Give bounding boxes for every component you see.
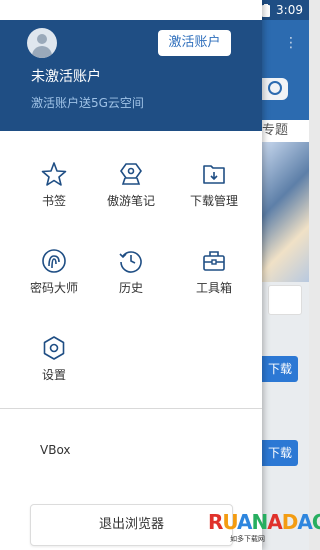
menu-item-settings[interactable]: 设置 [10,329,98,389]
menu-item-notes[interactable]: 傲游笔记 [87,155,175,215]
star-icon [41,162,67,186]
menu-item-history[interactable]: 历史 [87,242,175,302]
background-toolbar: ⋮ [262,20,309,120]
divider [0,408,262,409]
watermark-logo: RUANADAO 如多下载网 [208,510,320,550]
menu-item-label: 密码大师 [29,281,78,295]
download-button[interactable]: 下载 [262,440,298,466]
avatar-body-shape [32,46,52,58]
activate-account-button[interactable]: 激活账户 [158,30,231,56]
watermark-sub: 如多下载网 [230,535,265,543]
avatar[interactable] [27,28,57,58]
more-options-icon[interactable]: ⋮ [284,35,298,51]
note-icon [120,163,142,185]
menu-item-label: 工具箱 [195,281,232,295]
watermark-letters: RUANADAO [208,510,320,534]
battery-icon [262,3,271,17]
navigation-drawer: 激活账户 未激活账户 激活账户送5G云空间 书签 傲游笔记 下载管理 密码大师 … [0,0,262,550]
banner-image[interactable] [262,142,309,282]
menu-item-label: 历史 [118,281,143,295]
menu-item-label: 傲游笔记 [106,194,155,208]
user-name[interactable]: 未激活账户 [31,66,101,86]
exit-browser-button[interactable]: 退出浏览器 [30,504,233,546]
menu-item-download-manager[interactable]: 下载管理 [170,155,258,215]
menu-item-toolbox[interactable]: 工具箱 [170,242,258,302]
download-folder-icon [203,165,225,184]
search-icon [268,81,282,95]
settings-icon [43,336,65,360]
background-search-box[interactable] [262,78,288,100]
drawer-header: 激活账户 未激活账户 激活账户送5G云空间 [0,20,262,131]
menu-item-label: 书签 [41,194,66,208]
background-field[interactable] [268,285,302,315]
toolbox-icon [203,251,225,271]
fingerprint-icon [42,249,66,273]
status-time: 3:09 [276,3,303,17]
history-icon [119,251,142,273]
menu-item-password-master[interactable]: 密码大师 [10,242,98,302]
promo-text[interactable]: 激活账户送5G云空间 [31,94,144,111]
tab-special[interactable]: 专题 [262,120,309,142]
avatar-head-shape [37,34,47,44]
background-app: ⋮ 专题 下载 下载 [262,20,309,550]
menu-item-bookmarks[interactable]: 书签 [10,155,98,215]
menu-item-label: 设置 [41,368,66,382]
download-button[interactable]: 下载 [262,356,298,382]
vbox-item[interactable]: VBox [40,443,71,457]
menu-item-label: 下载管理 [189,194,238,208]
